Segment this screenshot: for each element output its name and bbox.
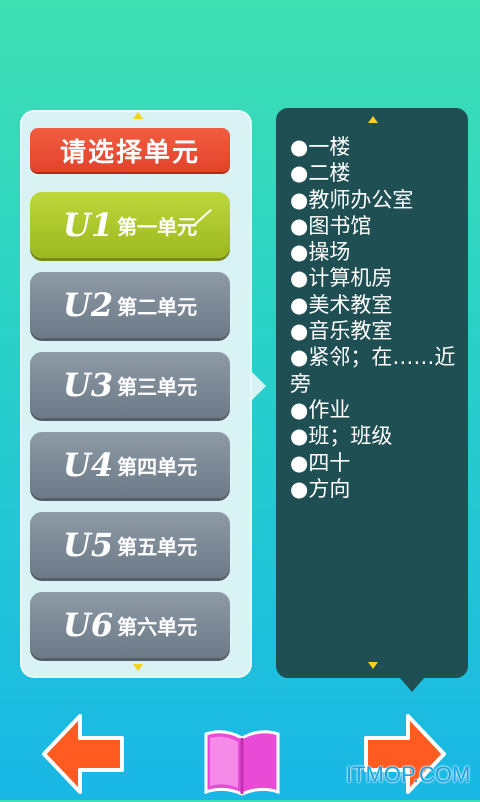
vocab-item-8[interactable]: ●音乐教室 [290,318,462,344]
vocab-scroll-down-icon [368,662,378,669]
bullet-icon: ● [290,450,309,475]
vocab-text: 图书馆 [308,213,372,238]
bullet-icon: ● [290,161,309,186]
vocab-text: 美术教室 [308,292,393,317]
bullet-icon: ● [290,187,309,212]
vocab-text: 操场 [308,240,351,265]
vocab-item-6[interactable]: ●计算机房 [290,265,462,291]
vocab-text: 作业 [308,397,351,422]
vocab-text: 四十 [308,450,351,475]
vocabulary-panel: ●一楼 ●二楼 ●教师办公室 ●图书馆 ●操场 ●计算机房 ●美术教室 ●音乐教… [276,108,468,692]
book-button[interactable] [200,728,284,798]
vocab-item-12[interactable]: ●四十 [290,450,462,476]
bullet-icon: ● [290,292,309,317]
unit-1-button[interactable]: U1 第一单元 [30,192,230,258]
unit-5-name: 第五单元 [117,534,198,559]
unit-6-name: 第六单元 [117,614,198,639]
unit-3-name: 第三单元 [117,374,198,399]
vocab-item-3[interactable]: ●教师办公室 [290,187,462,213]
vocab-text: 教师办公室 [308,187,414,212]
unit-4-code: U4 [62,446,114,484]
bullet-icon: ● [290,476,309,501]
bullet-icon: ● [290,345,309,370]
unit-6-code: U6 [62,606,114,644]
select-unit-header-label: 请选择单元 [59,137,200,168]
vocab-text: 方向 [308,476,351,501]
vocab-item-10[interactable]: ●作业 [290,397,462,423]
vocab-item-9[interactable]: ●紧邻；在……近旁 [290,344,462,397]
vocabulary-list: ●一楼 ●二楼 ●教师办公室 ●图书馆 ●操场 ●计算机房 ●美术教室 ●音乐教… [290,134,462,502]
bullet-icon: ● [290,213,309,238]
vocab-item-7[interactable]: ●美术教室 [290,292,462,318]
unit-4-name: 第四单元 [117,454,198,479]
unit-5-code: U5 [62,526,114,564]
vocab-item-1[interactable]: ●一楼 [290,134,462,160]
scroll-down-indicator-icon [133,664,143,671]
vocab-item-11[interactable]: ●班；班级 [290,423,462,449]
select-unit-header: 请选择单元 [30,128,230,172]
unit-selection-panel: 请选择单元 U1 第一单元 U2 第二单元 U3 第三单元 U4 第四单元 U5… [20,110,266,678]
unit-2-code: U2 [62,286,114,324]
unit-1-name: 第一单元 [117,214,198,239]
unit-3-code: U3 [62,366,114,404]
bullet-icon: ● [290,424,309,449]
vocab-text: 一楼 [308,135,351,159]
vocab-text: 紧邻；在……近旁 [290,345,456,396]
bullet-icon: ● [290,240,309,265]
bullet-icon: ● [290,319,309,344]
unit-1-code: U1 [62,206,114,244]
scroll-up-indicator-icon [133,112,143,119]
vocab-text: 音乐教室 [308,319,393,344]
vocab-text: 班；班级 [308,424,393,449]
vocab-text: 计算机房 [308,266,393,291]
bullet-icon: ● [290,397,309,422]
vocab-item-13[interactable]: ●方向 [290,476,462,502]
vocab-item-2[interactable]: ●二楼 [290,160,462,186]
vocab-item-5[interactable]: ●操场 [290,239,462,265]
bullet-icon: ● [290,266,309,291]
vocab-text: 二楼 [308,161,351,186]
vocab-scroll-up-icon [368,116,378,123]
book-icon [204,730,280,796]
vocab-item-4[interactable]: ●图书馆 [290,213,462,239]
unit-4-button[interactable]: U4 第四单元 [30,432,230,498]
unit-6-button[interactable]: U6 第六单元 [30,592,230,658]
previous-button[interactable] [40,712,126,796]
unit-5-button[interactable]: U5 第五单元 [30,512,230,578]
unit-2-button[interactable]: U2 第二单元 [30,272,230,338]
unit-3-button[interactable]: U3 第三单元 [30,352,230,418]
left-arrow-icon [42,714,124,794]
watermark-text: ITMOP.COM [346,762,471,787]
bullet-icon: ● [290,135,309,159]
unit-2-name: 第二单元 [117,294,198,319]
